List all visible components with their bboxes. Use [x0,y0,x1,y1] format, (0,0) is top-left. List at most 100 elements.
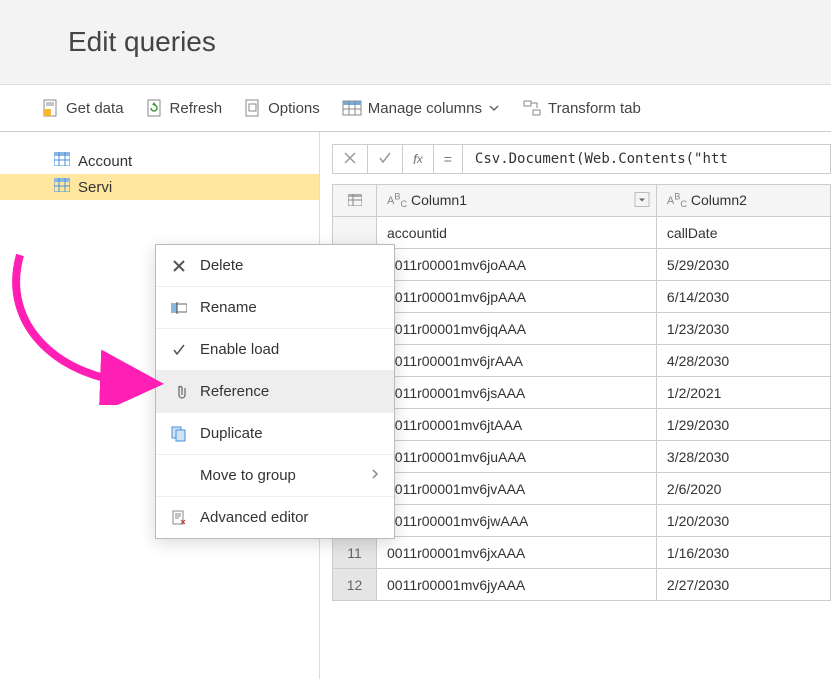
cell-column1[interactable]: 0011r00001mv6jrAAA [377,345,657,377]
table-row[interactable]: 110011r00001mv6jxAAA1/16/2030 [333,537,831,569]
ctx-label: Reference [200,383,269,400]
table-row[interactable]: 0011r00001mv6jwAAA1/20/2030 [333,505,831,537]
options-icon [244,99,262,117]
cell-column2[interactable]: 1/23/2030 [656,313,830,345]
cell-column2[interactable]: 2/6/2020 [656,473,830,505]
col-header-label: Column2 [691,192,747,208]
table-row[interactable]: 0011r00001mv6jpAAA6/14/2030 [333,281,831,313]
col-header-1[interactable]: ABC Column1 [377,185,657,217]
get-data-icon [42,99,60,117]
ctx-label: Duplicate [200,425,263,442]
check-icon [378,151,392,168]
delete-icon [170,259,188,273]
ctx-delete[interactable]: Delete [156,245,394,287]
duplicate-icon [170,426,188,442]
columns-icon [342,99,362,117]
get-data-button[interactable]: Get data [36,95,130,121]
cell-column1[interactable]: 0011r00001mv6joAAA [377,249,657,281]
context-menu: Delete Rename Enable load Reference Dupl… [155,244,395,539]
table-corner[interactable] [333,185,377,217]
cell-column2[interactable]: 1/29/2030 [656,409,830,441]
refresh-button[interactable]: Refresh [140,95,229,121]
chevron-down-icon [488,102,500,114]
table-icon [54,178,70,196]
content-area: fx = Csv.Document(Web.Contents("htt ABC … [320,132,831,679]
table-row[interactable]: 0011r00001mv6jsAAA1/2/2021 [333,377,831,409]
cell-column2[interactable]: 1/20/2030 [656,505,830,537]
page-header: Edit queries [0,0,831,85]
manage-columns-label: Manage columns [368,100,482,117]
cell-column1[interactable]: 0011r00001mv6jtAAA [377,409,657,441]
ctx-label: Move to group [200,467,296,484]
col-header-2[interactable]: ABC Column2 [656,185,830,217]
query-item-account[interactable]: Account [0,148,319,174]
ctx-reference[interactable]: Reference [156,371,394,413]
row-number[interactable]: 11 [333,537,377,569]
fx-label: fx [403,145,434,173]
formula-input[interactable]: Csv.Document(Web.Contents("htt [463,151,740,167]
formula-bar: fx = Csv.Document(Web.Contents("htt [332,144,831,174]
attachment-icon [170,384,188,400]
query-label: Account [78,153,132,170]
chevron-right-icon [370,467,380,484]
cell-column1[interactable]: 0011r00001mv6jsAAA [377,377,657,409]
table-icon [54,152,70,170]
formula-cancel-button[interactable] [333,145,368,173]
cell-column1[interactable]: accountid [377,217,657,249]
ctx-advanced-editor[interactable]: Advanced editor [156,497,394,538]
cell-column2[interactable]: 2/27/2030 [656,569,830,601]
ctx-label: Enable load [200,341,279,358]
cell-column2[interactable]: 5/29/2030 [656,249,830,281]
table-row[interactable]: 0011r00001mv6jvAAA2/6/2020 [333,473,831,505]
table-row[interactable]: 120011r00001mv6jyAAA2/27/2030 [333,569,831,601]
main-area: Account Servi fx = Csv.Document(Web.Cont [0,132,831,679]
table-row[interactable]: 0011r00001mv6jqAAA1/23/2030 [333,313,831,345]
ctx-label: Rename [200,299,257,316]
cell-column2[interactable]: 3/28/2030 [656,441,830,473]
col-header-label: Column1 [411,192,467,208]
table-row[interactable]: 0011r00001mv6juAAA3/28/2030 [333,441,831,473]
cell-column1[interactable]: 0011r00001mv6jyAAA [377,569,657,601]
row-number[interactable]: 12 [333,569,377,601]
transform-table-button[interactable]: Transform tab [516,95,647,121]
ctx-label: Advanced editor [200,509,308,526]
ctx-duplicate[interactable]: Duplicate [156,413,394,455]
cell-column2[interactable]: 1/16/2030 [656,537,830,569]
cell-column2[interactable]: callDate [656,217,830,249]
refresh-icon [146,99,164,117]
ctx-move-to-group[interactable]: Move to group [156,455,394,497]
cell-column1[interactable]: 0011r00001mv6jxAAA [377,537,657,569]
check-icon [170,343,188,357]
table-row[interactable]: 0011r00001mv6joAAA5/29/2030 [333,249,831,281]
cell-column1[interactable]: 0011r00001mv6jwAAA [377,505,657,537]
page-title: Edit queries [68,26,831,58]
rename-icon [170,302,188,314]
cell-column2[interactable]: 1/2/2021 [656,377,830,409]
close-icon [343,151,357,168]
cell-column2[interactable]: 4/28/2030 [656,345,830,377]
table-row[interactable]: 0011r00001mv6jrAAA4/28/2030 [333,345,831,377]
transform-icon [522,99,542,117]
cell-column2[interactable]: 6/14/2030 [656,281,830,313]
toolbar: Get data Refresh Options Manage columns … [0,85,831,132]
ctx-rename[interactable]: Rename [156,287,394,329]
cell-column1[interactable]: 0011r00001mv6juAAA [377,441,657,473]
options-button[interactable]: Options [238,95,326,121]
ctx-enable-load[interactable]: Enable load [156,329,394,371]
manage-columns-button[interactable]: Manage columns [336,95,506,121]
refresh-label: Refresh [170,100,223,117]
dropdown-icon[interactable] [634,191,650,210]
cell-column1[interactable]: 0011r00001mv6jqAAA [377,313,657,345]
transform-label: Transform tab [548,100,641,117]
query-item-service[interactable]: Servi [0,174,319,200]
formula-confirm-button[interactable] [368,145,403,173]
ctx-label: Delete [200,257,243,274]
formula-equals: = [434,145,463,173]
advanced-editor-icon [170,510,188,526]
cell-column1[interactable]: 0011r00001mv6jvAAA [377,473,657,505]
table-row[interactable]: 0011r00001mv6jtAAA1/29/2030 [333,409,831,441]
cell-column1[interactable]: 0011r00001mv6jpAAA [377,281,657,313]
table-row[interactable]: accountidcallDate [333,217,831,249]
data-table: ABC Column1 ABC Column2 accountidcallDat… [332,184,831,601]
options-label: Options [268,100,320,117]
